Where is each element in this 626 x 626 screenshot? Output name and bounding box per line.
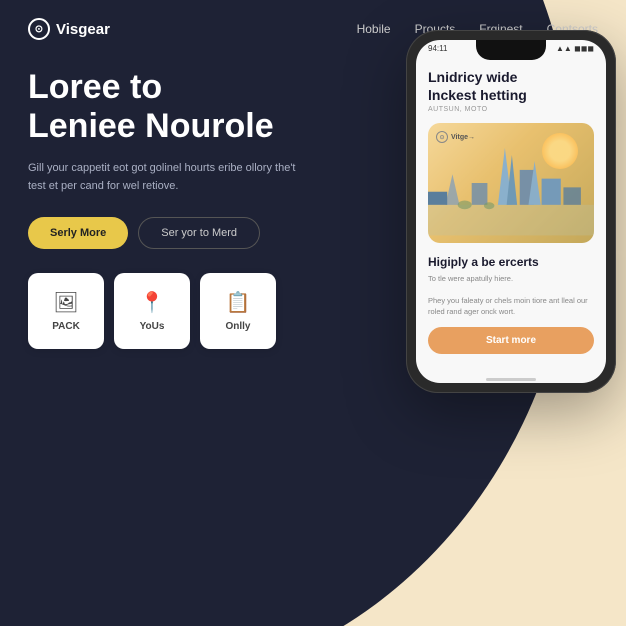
- card-onlly-label: Onlly: [225, 321, 250, 332]
- card-onlly[interactable]: 📋 Onlly: [200, 273, 276, 349]
- phone-notch: [476, 40, 546, 60]
- phone-home-bar: [486, 378, 536, 381]
- app-card: ⊙ Vitge→: [428, 123, 594, 243]
- phone-desc-text2: Phey you faleaty or chels moin tiore ant…: [428, 295, 594, 318]
- primary-cta-button[interactable]: Serly More: [28, 217, 128, 249]
- card-yous[interactable]: 📍 YoUs: [114, 273, 190, 349]
- phone-mockup: 94:11 ▲▲ ◼◼◼ Lnidricy wide lnckest hetti…: [406, 30, 626, 393]
- onlly-icon: 📋: [226, 290, 251, 315]
- card-yous-label: YoUs: [140, 321, 165, 332]
- yous-icon: 📍: [140, 290, 165, 315]
- phone-outer-frame: 94:11 ▲▲ ◼◼◼ Lnidricy wide lnckest hetti…: [406, 30, 616, 393]
- card-pack-label: PACK: [52, 321, 80, 332]
- city-illustration: [428, 123, 594, 243]
- phone-signal: ▲▲ ◼◼◼: [556, 44, 594, 53]
- hero-description: Gill your cappetit eot got golinel hourt…: [28, 160, 308, 195]
- phone-time: 94:11: [428, 44, 447, 53]
- pack-icon: 🖼: [53, 290, 78, 315]
- card-pack[interactable]: 🖼 PACK: [28, 273, 104, 349]
- nav-item-hobile[interactable]: Hobile: [357, 22, 391, 36]
- phone-card-subtitle: AUTSUN, MOTO: [428, 106, 594, 113]
- logo: ⊙ Visgear: [28, 18, 110, 40]
- brand-name: Visgear: [56, 21, 110, 38]
- phone-screen: 94:11 ▲▲ ◼◼◼ Lnidricy wide lnckest hetti…: [416, 40, 606, 383]
- phone-content: Lnidricy wide lnckest hetting AUTSUN, MO…: [416, 60, 606, 370]
- phone-desc-text1: To tle were apatully hiere.: [428, 273, 594, 284]
- secondary-cta-button[interactable]: Ser yor to Merd: [138, 217, 260, 249]
- phone-desc-title: Higiply a be ercerts: [428, 255, 594, 269]
- phone-card-title: Lnidricy wide lnckest hetting: [428, 68, 594, 104]
- logo-icon: ⊙: [28, 18, 50, 40]
- phone-start-button[interactable]: Start more: [428, 327, 594, 354]
